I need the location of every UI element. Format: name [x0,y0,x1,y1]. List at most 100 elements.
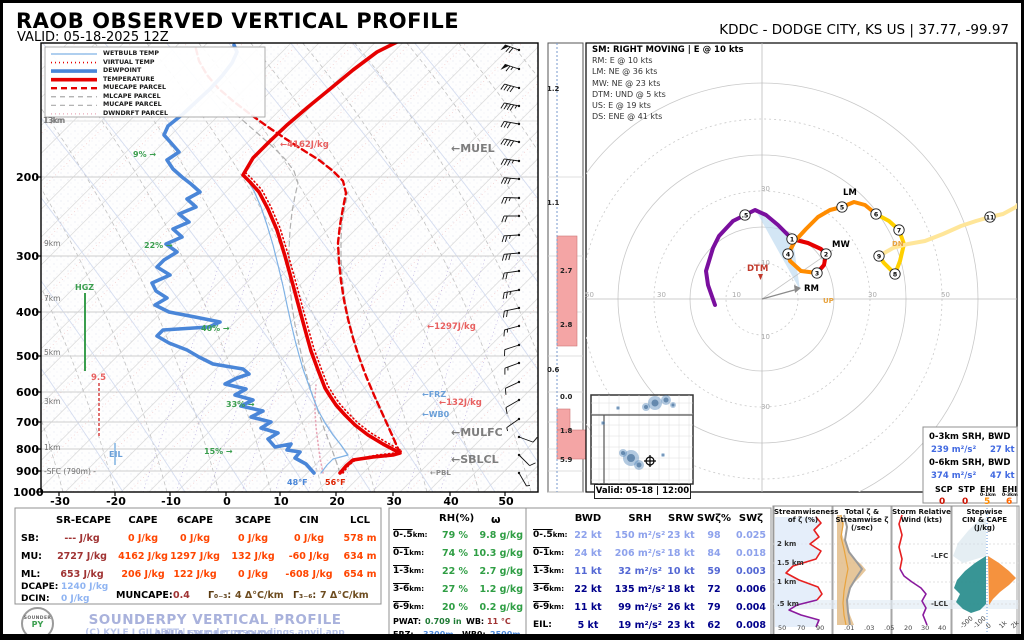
ring-label: 10 [732,291,741,299]
shear-cell: 0.018 [735,548,767,559]
sounderpy-logo: SOUNDER PY [21,607,54,634]
ring-label: 10 [761,333,770,341]
rh-value: 74 % [441,548,469,559]
column-value: 2.8 [560,321,573,329]
legend-label: DWNDRFT PARCEL [103,109,169,117]
thermo-col-header: CAPE [128,515,158,526]
thermo-cell: 0 J/kg [127,533,159,544]
dcin-value: 0 J/kg [61,594,90,604]
panel-tick: .03 [864,624,875,632]
legend-label: WETBULB TEMP [103,50,159,57]
temp-tick: 0 [223,495,231,508]
wb-label: WB: [466,617,485,626]
svg-text:9: 9 [877,253,881,260]
svg-text:1: 1 [790,236,794,243]
srh-0-6-value: 374 m²/s² [931,471,977,481]
skewt-annotation: ←WB0 [422,410,450,419]
thermo-cell: 0 J/kg [237,569,269,580]
temp-tick: 20 [329,495,345,508]
skewt-annotation: 40% → [201,324,230,333]
lapse-3-6-label: Γ₃₋₆: [293,590,317,601]
omega-value: 9.8 g/kg [479,530,523,541]
index-value: 0 [962,497,969,507]
panel-km-label: 2 km [777,540,797,548]
thermo-cell: 2727 J/kg [57,551,107,562]
height-label: 7km [44,294,61,303]
pressure-tick: 500 [16,350,39,363]
storm-motion-label-mw: MW [832,240,850,250]
legend-label: MUECAPE PARCEL [103,84,166,92]
dcin-label: DCIN: [21,594,50,604]
thermo-cell: 0 J/kg [237,533,269,544]
thermo-cell: 206 J/kg [121,569,165,580]
pressure-tick: 1000 [13,486,44,499]
legend-label: VIRTUAL TEMP [103,58,155,66]
panel-title: Total ζ & Streamwise ζ (/sec) [835,508,889,532]
panel-tick: .01 [844,624,855,632]
shear-cell: 0.004 [735,602,767,613]
rh-row-label: 1-3km: [393,566,425,576]
skewt-annotation: ←MUEL [451,142,495,155]
panel-km-label: .5 km [777,600,799,608]
hodo-info-line: DS: ENE @ 41 kts [592,112,663,122]
skewt-annotation: 33% → [226,400,255,409]
skewt-annotation: 48°F [287,478,308,487]
pwat-label: PWAT: [393,617,422,626]
ring-label: 50 [585,291,594,299]
column-value: 5.9 [560,456,573,464]
footer-credit: (C) KYLE J GILLETT | sounderpysoundings.… [85,628,345,638]
column-value: 0.6 [547,366,560,374]
svg-text:.5: .5 [742,212,749,219]
srh-0-3-label: 0-3km SRH, [929,432,985,442]
thermo-row-label: ML: [21,569,41,580]
skewt-annotation: 15% → [204,447,233,456]
pressure-tick: 900 [16,465,39,478]
thermo-cell: 654 m [343,569,377,580]
shear-col-header: SWζ [738,513,764,524]
omega-value: 1.2 g/kg [479,584,523,595]
svg-text:2: 2 [824,251,828,258]
dcape-label: DCAPE: [21,582,59,592]
storm-motion-label-dtm: DTM [747,264,769,274]
thermo-cell: 122 J/kg [173,569,217,580]
pwat-value: 0.709 in [425,617,462,626]
bwd-0-3-value: 27 kt [990,445,1015,455]
skewt-annotation: 56°F [325,478,346,487]
shear-cell: 22 kt [574,530,602,541]
storm-motion-label-dn: DN [892,240,904,248]
radar-inset [590,394,694,485]
svg-text:7: 7 [897,227,901,234]
skewt-annotation: 22% → [144,241,173,250]
skewt-annotation: ←4162J/kg [280,140,329,150]
index-value: 6 [1006,497,1013,507]
panel-tick: 70 [797,624,806,632]
panel-level-label: -LCL [931,600,948,608]
lapse-0-3-value: 4 Δ°C/km [235,590,284,601]
skewt-annotation: ←1297J/kg [427,322,476,332]
index-header: SCP [935,485,953,494]
pressure-tick: 200 [16,171,39,184]
shear-cell: 5 kt [577,620,599,631]
rh-value: 27 % [441,584,469,595]
svg-text:5: 5 [840,204,844,211]
storm-motion-label-up: UP [823,297,834,305]
skewt-annotation: ←132J/kg [439,398,482,408]
svg-text:6: 6 [874,211,878,218]
svg-text:4: 4 [786,251,791,258]
height-label: 9km [44,239,61,248]
thermo-col-header: SR-ECAPE [56,515,112,526]
srh-0-3-value: 239 m²/s² [931,445,977,455]
thermo-cell: 0 J/kg [179,533,211,544]
svg-text:3: 3 [815,270,819,277]
radar-inset-valid-label: Valid: 05-18 | 12:00 [594,484,691,499]
thermo-col-header: LCL [349,515,371,526]
skewt-annotation: ←PBL [430,469,451,477]
thermo-cell: 634 m [343,551,377,562]
height-label: 3km [44,397,61,406]
omega-value: 2.7 g/kg [479,566,523,577]
temp-tick: -30 [50,495,70,508]
skewt-annotation: 9.5 [91,373,107,383]
panel-tick: .05 [884,624,895,632]
shear-cell: 0.003 [735,566,767,577]
ring-label: 30 [761,403,770,411]
